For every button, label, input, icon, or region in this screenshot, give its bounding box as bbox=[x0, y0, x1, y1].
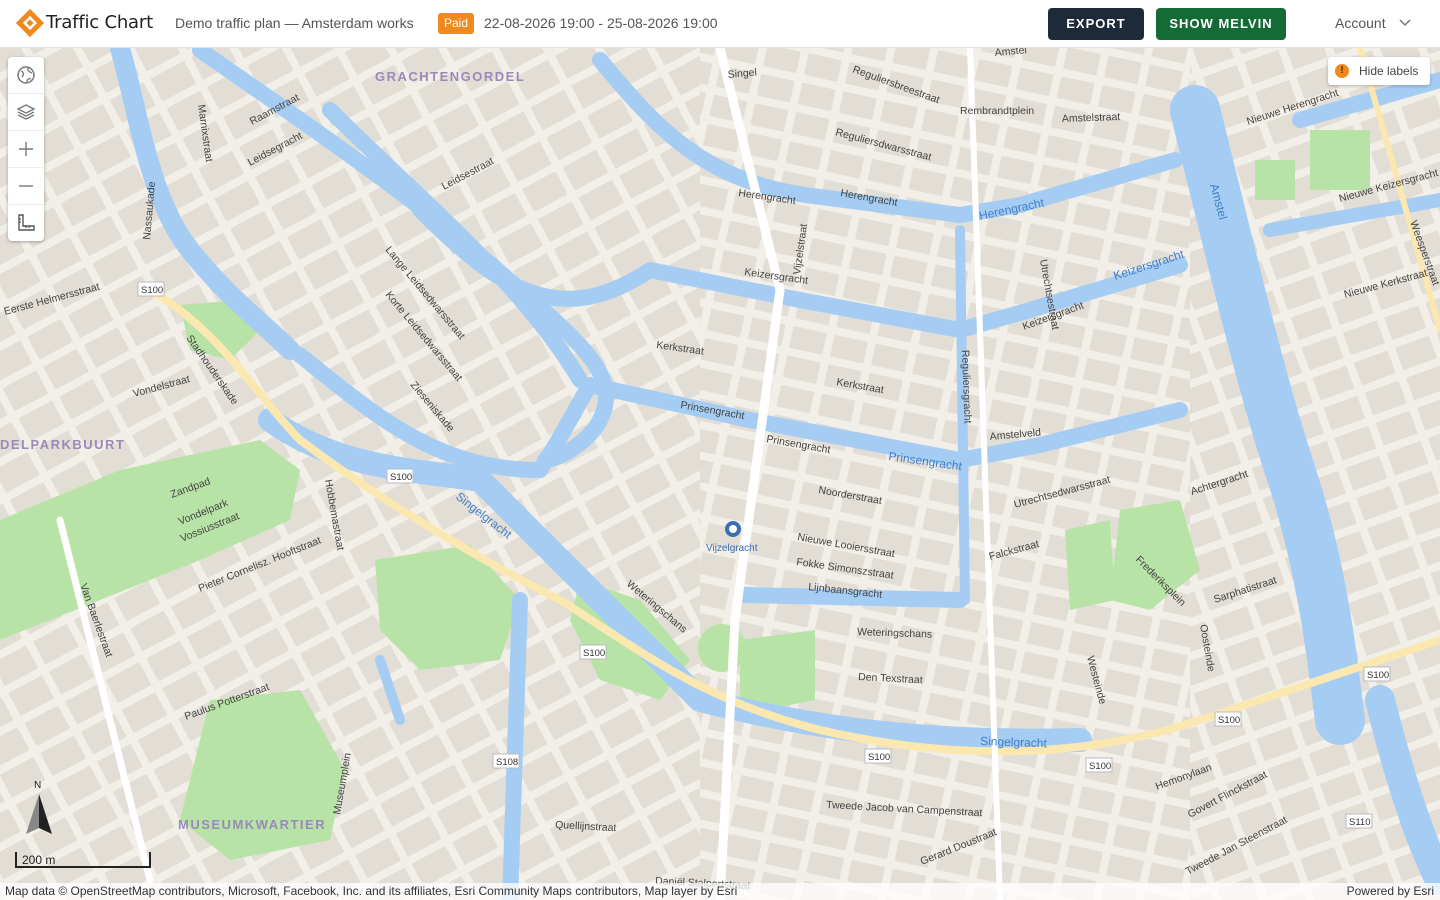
station-label: Vijzelgracht bbox=[706, 543, 758, 554]
north-label: N bbox=[34, 780, 41, 791]
show-melvin-button[interactable]: SHOW MELVIN bbox=[1156, 8, 1286, 40]
street-label: Amstelstraat bbox=[1062, 111, 1121, 125]
district-label: DELPARKBUURT bbox=[0, 437, 125, 452]
measure-button[interactable] bbox=[8, 204, 44, 241]
layers-icon bbox=[16, 104, 36, 120]
zoom-in-button[interactable] bbox=[8, 130, 44, 167]
basemap-button[interactable] bbox=[8, 57, 44, 93]
route-shield-label: S100 bbox=[583, 648, 605, 659]
top-bar: Traffic Chart Demo traffic plan — Amster… bbox=[0, 0, 1440, 48]
route-shield-label: S100 bbox=[1367, 670, 1389, 681]
zoom-out-icon bbox=[19, 185, 33, 187]
brand-name[interactable]: Traffic Chart bbox=[46, 12, 153, 33]
street-label: Rembrandtplein bbox=[960, 105, 1034, 117]
globe-icon bbox=[17, 66, 35, 84]
chevron-down-icon bbox=[1399, 19, 1411, 27]
route-shield-label: S100 bbox=[868, 752, 890, 763]
status-badge: Paid bbox=[438, 13, 475, 34]
measure-icon bbox=[18, 214, 35, 231]
route-shield-label: S100 bbox=[1218, 715, 1240, 726]
north-arrow-icon: N bbox=[26, 780, 52, 834]
waterway-label: Singelgracht bbox=[980, 734, 1048, 750]
street-label: Reguliersgracht bbox=[959, 350, 974, 424]
zoom-out-button[interactable] bbox=[8, 167, 44, 204]
export-button[interactable]: EXPORT bbox=[1048, 8, 1144, 40]
hide-labels-button[interactable]: ! Hide labels bbox=[1328, 57, 1430, 85]
map-canvas[interactable]: GRACHTENGORDEL DELPARKBUURT MUSEUMKWARTI… bbox=[0, 48, 1440, 900]
map-toolbar bbox=[8, 57, 44, 241]
hide-labels-label: Hide labels bbox=[1359, 64, 1419, 78]
district-label: GRACHTENGORDEL bbox=[375, 69, 525, 84]
plan-title: Demo traffic plan — Amsterdam works bbox=[175, 15, 414, 31]
route-shield-label: S110 bbox=[1349, 817, 1370, 828]
scale-bar: 200 m bbox=[15, 852, 151, 868]
route-shield-label: S100 bbox=[141, 285, 163, 296]
warning-icon: ! bbox=[1335, 64, 1349, 78]
account-label: Account bbox=[1335, 15, 1386, 31]
account-menu[interactable]: Account bbox=[1335, 15, 1411, 31]
scale-label: 200 m bbox=[22, 853, 56, 867]
route-shield-label: S100 bbox=[390, 472, 412, 483]
traffic-chart-logo-icon[interactable] bbox=[16, 9, 44, 37]
zoom-in-icon bbox=[19, 142, 33, 156]
route-shield-label: S108 bbox=[496, 757, 518, 768]
attribution-text: Map data © OpenStreetMap contributors, M… bbox=[5, 884, 738, 898]
powered-by-esri-link[interactable]: Powered by Esri bbox=[1347, 884, 1434, 898]
district-label: MUSEUMKWARTIER bbox=[178, 817, 326, 832]
route-shield-label: S100 bbox=[1089, 761, 1111, 772]
map-attribution: Map data © OpenStreetMap contributors, M… bbox=[0, 883, 1440, 900]
date-range: 22-08-2026 19:00 - 25-08-2026 19:00 bbox=[484, 15, 718, 31]
layers-button[interactable] bbox=[8, 93, 44, 130]
street-label: Singel bbox=[727, 66, 757, 80]
